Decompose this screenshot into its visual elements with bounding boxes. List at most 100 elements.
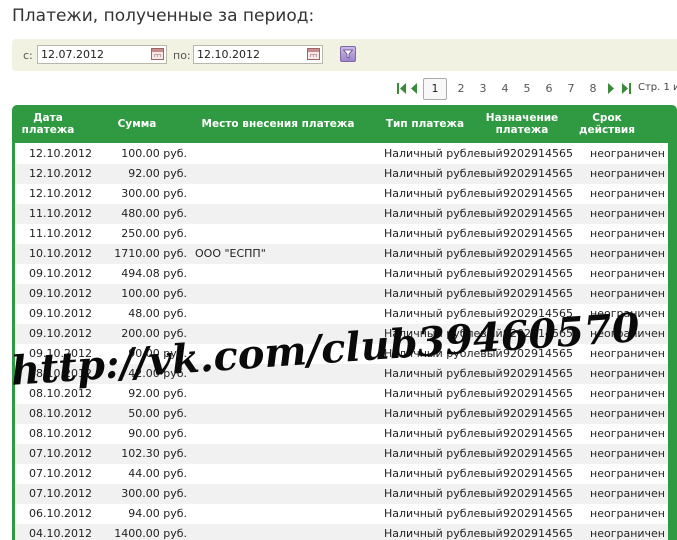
- page-link[interactable]: 4: [498, 82, 512, 95]
- table-row[interactable]: 08.10.2012 42.00 руб. Наличный рублевый 920…: [15, 364, 668, 384]
- date-to-value: 12.10.2012: [197, 48, 260, 61]
- cell-term: неограничен: [590, 167, 665, 180]
- cell-date: 11.10.2012: [29, 207, 92, 220]
- cell-type: Наличный рублевый: [384, 387, 503, 400]
- table-row[interactable]: 07.10.2012 300.00 руб. Наличный рублевый 92…: [15, 484, 668, 504]
- cell-type: Наличный рублевый: [384, 327, 503, 340]
- cell-term: неограничен: [590, 367, 665, 380]
- cell-type: Наличный рублевый: [384, 347, 503, 360]
- table-row[interactable]: 04.10.2012 1400.00 руб. Наличный рублевый 9…: [15, 524, 668, 540]
- table-row[interactable]: 09.10.2012 494.08 руб. Наличный рублевый 92…: [15, 264, 668, 284]
- table-row[interactable]: 12.10.2012 100.00 руб. Наличный рублевый 92…: [15, 144, 668, 164]
- cell-purpose: 9202914565: [503, 467, 573, 480]
- page-title: Платежи, полученные за период:: [12, 6, 315, 26]
- cell-purpose: 9202914565: [503, 227, 573, 240]
- calendar-icon[interactable]: [307, 48, 320, 60]
- table-row[interactable]: 12.10.2012 300.00 руб. Наличный рублевый 92…: [15, 184, 668, 204]
- table-row[interactable]: 08.10.2012 90.00 руб. Наличный рублевый 920…: [15, 424, 668, 444]
- table-row[interactable]: 07.10.2012 44.00 руб. Наличный рублевый 920…: [15, 464, 668, 484]
- funnel-icon: [343, 49, 353, 59]
- page-link[interactable]: 2: [454, 82, 468, 95]
- cell-sum: 50.00 руб.: [128, 407, 187, 420]
- prev-page-icon[interactable]: [410, 83, 418, 94]
- first-page-icon[interactable]: [397, 83, 407, 94]
- table-row[interactable]: 08.10.2012 92.00 руб. Наличный рублевый 920…: [15, 384, 668, 404]
- cell-term: неограничен: [590, 307, 665, 320]
- payments-table: Дата платежа Сумма Место внесения платежа…: [12, 105, 677, 540]
- date-to-input[interactable]: 12.10.2012: [193, 45, 323, 64]
- cell-term: неограничен: [590, 187, 665, 200]
- cell-term: неограничен: [590, 267, 665, 280]
- cell-date: 08.10.2012: [29, 427, 92, 440]
- cell-type: Наличный рублевый: [384, 267, 503, 280]
- table-row[interactable]: 09.10.2012 48.00 руб. Наличный рублевый 920…: [15, 304, 668, 324]
- cell-place: ООО "ЕСПП": [195, 247, 266, 260]
- cell-type: Наличный рублевый: [384, 167, 503, 180]
- cell-date: 12.10.2012: [29, 167, 92, 180]
- cell-type: Наличный рублевый: [384, 407, 503, 420]
- cell-sum: 48.00 руб.: [128, 307, 187, 320]
- cell-term: неограничен: [590, 447, 665, 460]
- cell-purpose: 9202914565: [503, 507, 573, 520]
- cell-type: Наличный рублевый: [384, 527, 503, 540]
- cell-term: неограничен: [590, 467, 665, 480]
- cell-sum: 100.00 руб.: [121, 287, 187, 300]
- cell-sum: 90.00 руб.: [128, 427, 187, 440]
- column-header-place[interactable]: Место внесения платежа: [198, 105, 358, 143]
- cell-purpose: 9202914565: [503, 407, 573, 420]
- table-row[interactable]: 08.10.2012 50.00 руб. Наличный рублевый 920…: [15, 404, 668, 424]
- table-row[interactable]: 09.10.2012 90.00 руб. Наличный рублевый 920…: [15, 344, 668, 364]
- cell-purpose: 9202914565: [503, 247, 573, 260]
- apply-filter-button[interactable]: [340, 46, 356, 62]
- page-link[interactable]: 6: [542, 82, 556, 95]
- last-page-icon[interactable]: [621, 83, 631, 94]
- cell-sum: 300.00 руб.: [121, 187, 187, 200]
- scrollbar[interactable]: [668, 143, 677, 540]
- page-link[interactable]: 7: [564, 82, 578, 95]
- table-row[interactable]: 06.10.2012 94.00 руб. Наличный рублевый 920…: [15, 504, 668, 524]
- column-header-date[interactable]: Дата платежа: [20, 105, 76, 143]
- cell-sum: 1400.00 руб.: [114, 527, 187, 540]
- table-row[interactable]: 11.10.2012 480.00 руб. Наличный рублевый 92…: [15, 204, 668, 224]
- table-row[interactable]: 09.10.2012 100.00 руб. Наличный рублевый 92…: [15, 284, 668, 304]
- cell-sum: 250.00 руб.: [121, 227, 187, 240]
- column-sum-label: Сумма: [117, 118, 157, 130]
- table-row[interactable]: 09.10.2012 200.00 руб. Наличный рублевый 92…: [15, 324, 668, 344]
- cell-date: 12.10.2012: [29, 147, 92, 160]
- column-header-sum[interactable]: Сумма: [110, 105, 164, 143]
- cell-type: Наличный рублевый: [384, 287, 503, 300]
- cell-term: неограничен: [590, 407, 665, 420]
- date-from-input[interactable]: 12.07.2012: [37, 45, 167, 64]
- cell-purpose: 9202914565: [503, 267, 573, 280]
- cell-type: Наличный рублевый: [384, 247, 503, 260]
- cell-term: неограничен: [590, 287, 665, 300]
- calendar-icon[interactable]: [151, 48, 164, 60]
- pagination: 12345678 Стр. 1 из: [395, 78, 677, 100]
- cell-type: Наличный рублевый: [384, 187, 503, 200]
- column-header-type[interactable]: Тип платежа: [382, 105, 468, 143]
- cell-sum: 102.30 руб.: [121, 447, 187, 460]
- page-current[interactable]: 1: [423, 78, 447, 100]
- column-header-term[interactable]: Срок действия: [579, 105, 635, 143]
- table-row[interactable]: 07.10.2012 102.30 руб. Наличный рублевый 92…: [15, 444, 668, 464]
- column-type-label: Тип платежа: [385, 118, 465, 130]
- table-row[interactable]: 10.10.2012 1710.00 руб. ООО "ЕСПП" Наличный…: [15, 244, 668, 264]
- cell-term: неограничен: [590, 247, 665, 260]
- cell-date: 09.10.2012: [29, 327, 92, 340]
- table-row[interactable]: 12.10.2012 92.00 руб. Наличный рублевый 920…: [15, 164, 668, 184]
- page-link[interactable]: 5: [520, 82, 534, 95]
- cell-type: Наличный рублевый: [384, 147, 503, 160]
- column-header-purpose[interactable]: Назначение платежа: [484, 105, 560, 143]
- cell-term: неограничен: [590, 527, 665, 540]
- column-place-label: Место внесения платежа: [201, 118, 355, 130]
- page-link[interactable]: 3: [476, 82, 490, 95]
- next-page-icon[interactable]: [607, 83, 615, 94]
- cell-term: неограничен: [590, 487, 665, 500]
- table-row[interactable]: 11.10.2012 250.00 руб. Наличный рублевый 92…: [15, 224, 668, 244]
- cell-sum: 92.00 руб.: [128, 167, 187, 180]
- cell-sum: 92.00 руб.: [128, 387, 187, 400]
- cell-purpose: 9202914565: [503, 347, 573, 360]
- page-link[interactable]: 8: [586, 82, 600, 95]
- cell-sum: 494.08 руб.: [121, 267, 187, 280]
- cell-date: 08.10.2012: [29, 367, 92, 380]
